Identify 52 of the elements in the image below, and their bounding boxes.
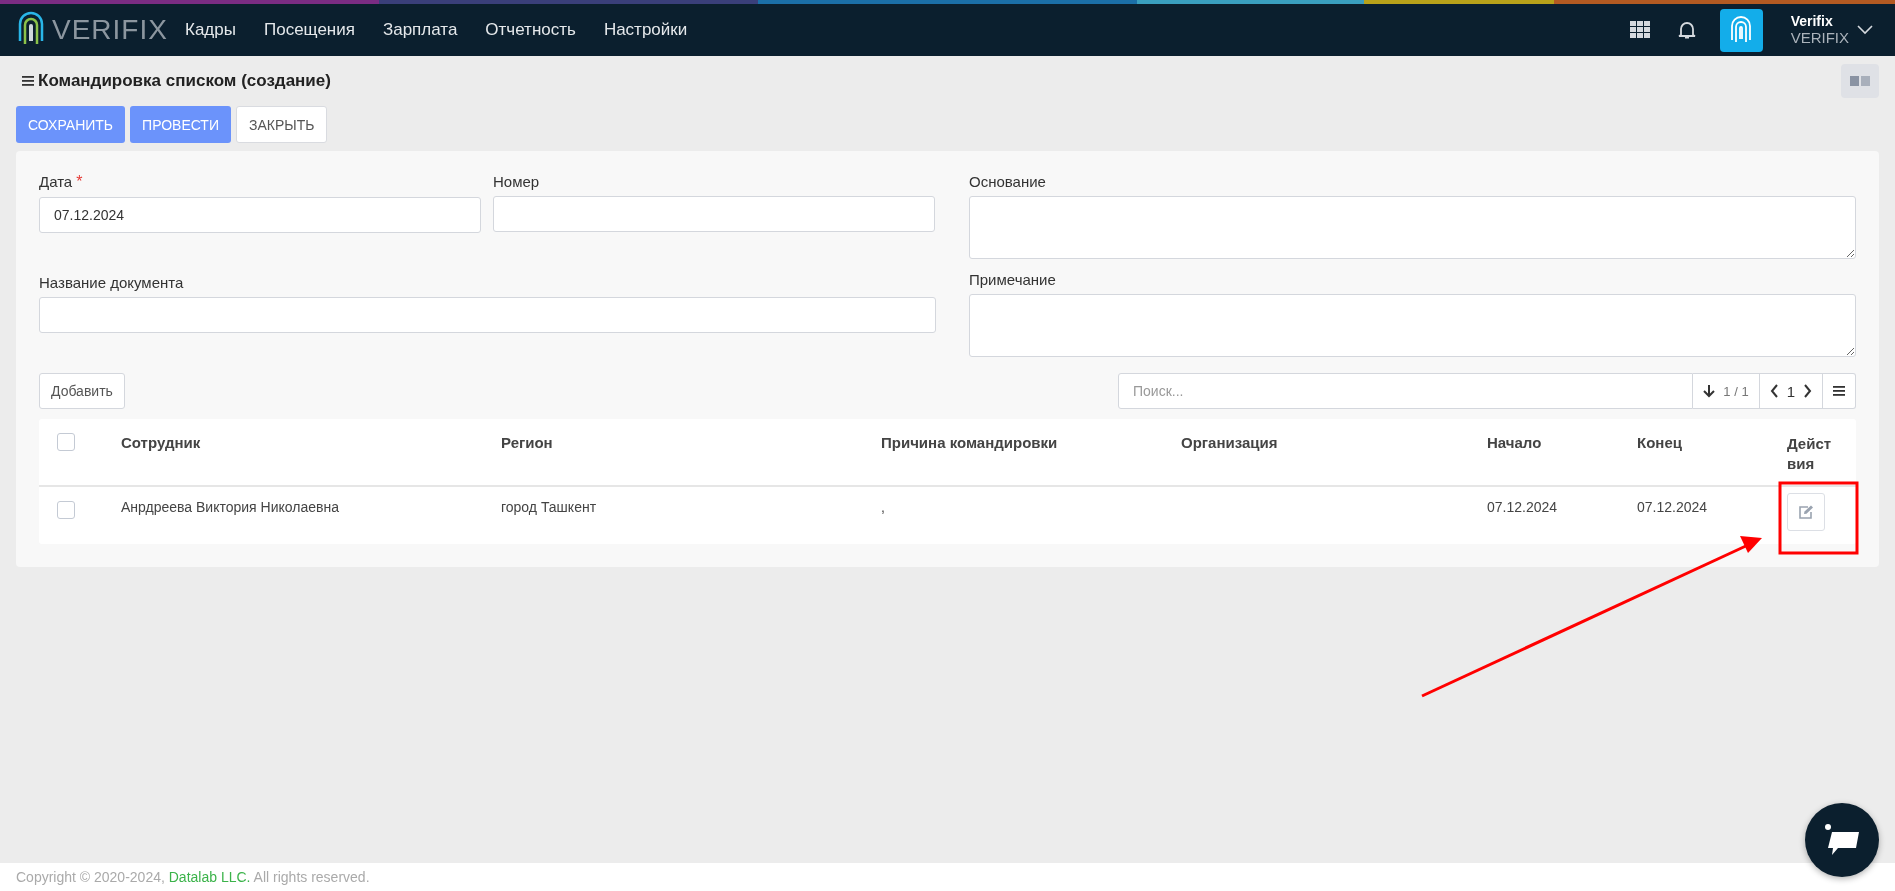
logo-text: VERIFIX xyxy=(52,14,168,46)
field-label: Название документа xyxy=(39,273,184,291)
menu-icon xyxy=(1833,386,1845,396)
column-header: Организация xyxy=(1181,433,1279,453)
chat-button[interactable] xyxy=(1805,803,1879,877)
table-cell: , xyxy=(881,499,885,515)
edit-icon xyxy=(1798,505,1814,519)
nav-menu-item[interactable]: Настройки xyxy=(603,20,688,40)
toolbar-button[interactable]: ЗАКРЫТЬ xyxy=(236,106,328,143)
search-field[interactable]: Поиск... xyxy=(1118,373,1694,409)
nav-menu-item[interactable]: Посещения xyxy=(263,20,355,40)
required-mark: * xyxy=(76,173,83,191)
menu-icon[interactable] xyxy=(22,76,34,86)
column-header: Конец xyxy=(1637,433,1683,453)
notification-bell-icon[interactable] xyxy=(1677,20,1696,40)
field-label: Дата xyxy=(39,173,73,190)
field-label: Основание xyxy=(969,173,1047,190)
nav-menu-item[interactable]: Зарплата xyxy=(382,20,458,40)
column-header: Регион xyxy=(501,433,554,453)
table-cell: Анрдреева Виктория Николаевна xyxy=(121,499,339,515)
chat-bubble-icon xyxy=(1822,823,1862,857)
input-field[interactable]: 07.12.2024 xyxy=(39,197,481,233)
fingerprint-avatar[interactable] xyxy=(1719,8,1763,52)
company-name: VERIFIX xyxy=(1790,29,1849,48)
column-header: Начало xyxy=(1487,433,1543,453)
column-header: Сотрудник xyxy=(121,433,202,453)
apps-grid-icon[interactable] xyxy=(1629,21,1650,39)
select-all-checkbox[interactable] xyxy=(57,433,75,451)
chevron-right-icon[interactable] xyxy=(1803,384,1812,398)
sort-button[interactable]: 1 / 1 xyxy=(1693,373,1760,409)
field-label: Номер xyxy=(493,173,540,190)
column-settings-button[interactable] xyxy=(1823,373,1856,409)
chevron-left-icon[interactable] xyxy=(1769,384,1779,398)
input-field[interactable] xyxy=(39,296,936,333)
nav-menu-item[interactable]: Кадры xyxy=(185,20,236,40)
page-title: Командировка списком (создание) xyxy=(38,71,331,91)
translate-icon xyxy=(1850,76,1870,86)
nav-menu-item[interactable]: Отчетность xyxy=(485,20,576,40)
page-number: 1 xyxy=(1786,382,1795,400)
add-button[interactable]: Добавить xyxy=(39,373,125,409)
table-cell: город Ташкент xyxy=(501,499,597,515)
user-name: Verifix xyxy=(1790,12,1834,30)
row-checkbox[interactable] xyxy=(57,501,75,519)
chevron-down-icon[interactable] xyxy=(1857,25,1873,35)
copyright-text: Copyright © 2020-2024, Datalab LLC. All rights reserved. xyxy=(16,869,370,885)
column-header: Причина командировки xyxy=(881,433,1059,453)
arrow-down-icon xyxy=(1703,384,1716,398)
table-cell: 07.12.2024 xyxy=(1487,499,1558,515)
table-cell: 07.12.2024 xyxy=(1637,499,1708,515)
field-label: Примечание xyxy=(969,271,1057,288)
input-field[interactable] xyxy=(493,196,935,232)
column-header: Действия xyxy=(1787,434,1833,474)
